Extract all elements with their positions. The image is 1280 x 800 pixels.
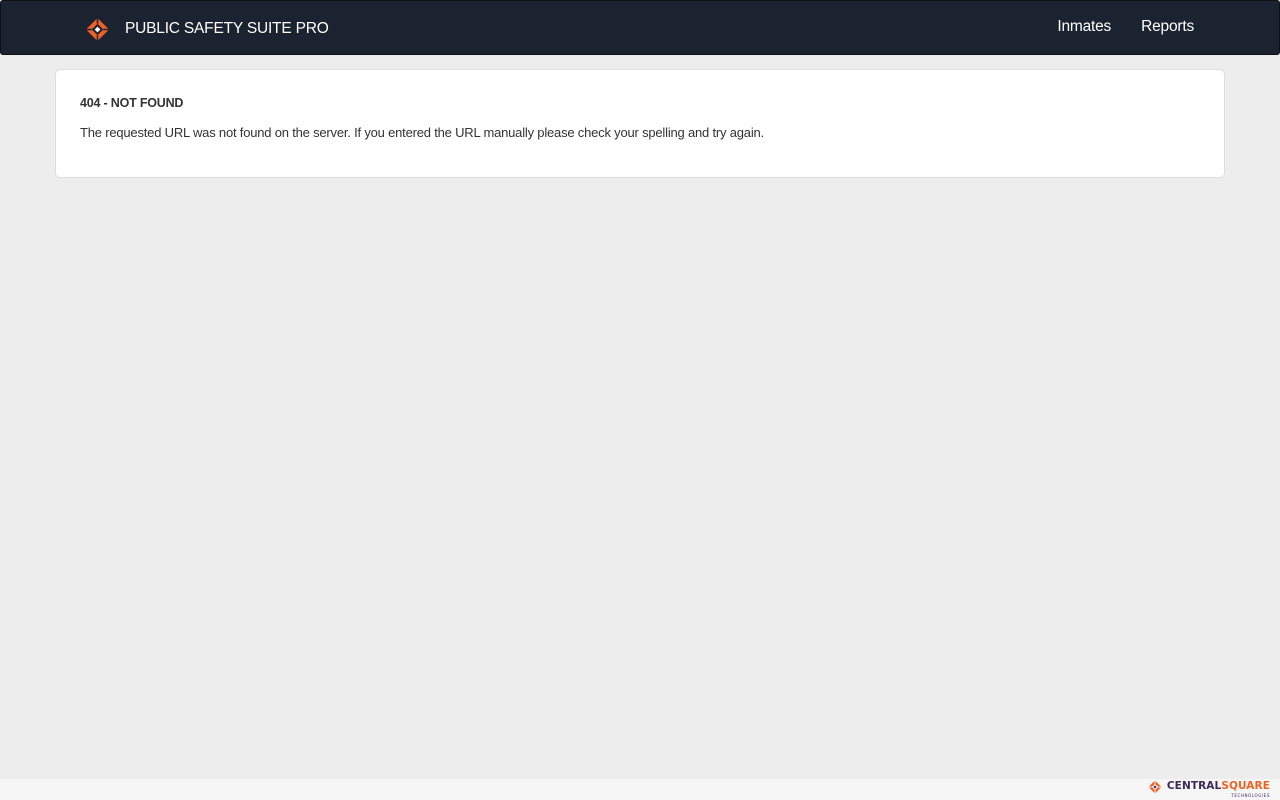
nav-link-inmates[interactable]: Inmates <box>1057 18 1111 36</box>
centralsquare-logo-icon <box>85 17 110 41</box>
footer-brand-part1: CENTRAL <box>1166 780 1222 792</box>
brand-link[interactable]: PUBLIC SAFETY SUITE PRO <box>85 15 329 43</box>
error-card: 404 - NOT FOUND The requested URL was no… <box>55 69 1225 178</box>
footer-brand-text: CENTRALSQUARE <box>1167 779 1270 793</box>
footer-brand-part2: SQUARE <box>1221 780 1270 792</box>
error-message: The requested URL was not found on the s… <box>80 125 764 140</box>
centralsquare-mark-icon <box>1148 780 1162 794</box>
main-nav: Inmates Reports <box>1057 18 1194 36</box>
footer-brand-subtext: TECHNOLOGIES <box>1231 793 1270 798</box>
footer: CENTRALSQUARE TECHNOLOGIES <box>0 779 1280 800</box>
footer-logo: CENTRALSQUARE TECHNOLOGIES <box>1148 779 1270 800</box>
top-navbar: PUBLIC SAFETY SUITE PRO Inmates Reports <box>0 0 1280 55</box>
nav-link-reports[interactable]: Reports <box>1141 18 1194 36</box>
app-title: PUBLIC SAFETY SUITE PRO <box>125 20 329 37</box>
error-title: 404 - NOT FOUND <box>80 96 184 110</box>
